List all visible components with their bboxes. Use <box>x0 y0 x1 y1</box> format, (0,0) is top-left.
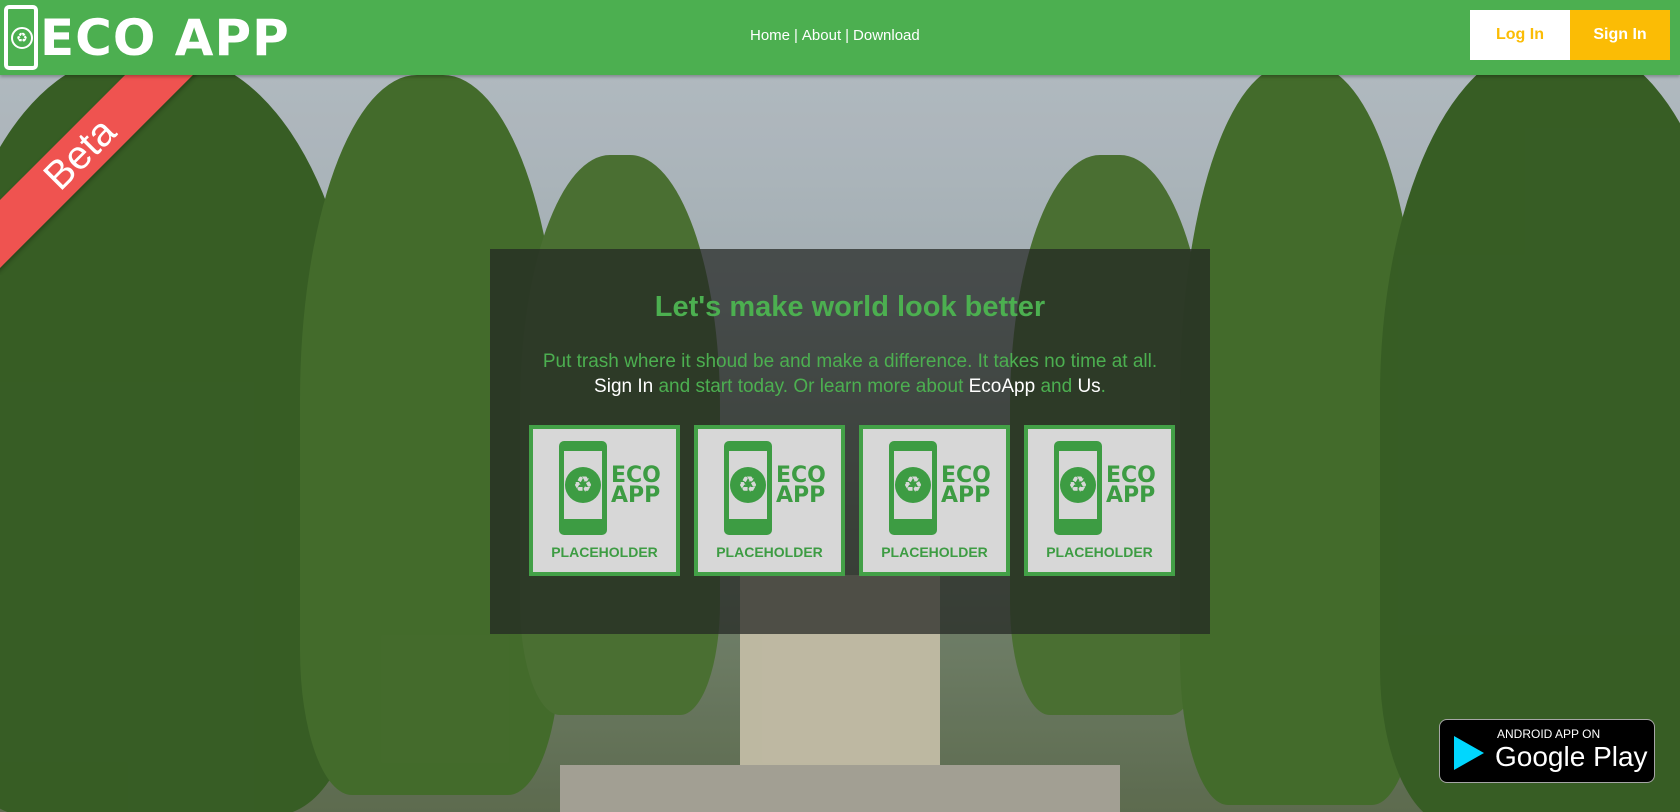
phone-recycle-icon: ♻ <box>4 5 38 70</box>
tile-label: PLACEHOLDER <box>881 544 988 560</box>
placeholder-tile[interactable]: ♻ ECO APP PLACEHOLDER <box>1024 425 1175 576</box>
phone-recycle-icon: ♻ <box>559 441 607 535</box>
badge-big-text: Google Play <box>1495 741 1648 772</box>
tile-eco-text: ECO APP <box>776 463 826 508</box>
hero-text-segment: . <box>1100 376 1106 397</box>
hero-description: Put trash where it shoud be and make a d… <box>490 349 1210 399</box>
nav-separator: | <box>794 27 798 44</box>
phone-recycle-icon: ♻ <box>724 441 772 535</box>
logo-text: ECO APP <box>40 8 290 67</box>
hero-title: Let's make world look better <box>654 291 1046 323</box>
sign-in-button[interactable]: Sign In <box>1570 10 1670 60</box>
hero-panel: Let's make world look better Put trash w… <box>490 249 1210 634</box>
badge-small-text: ANDROID APP ON <box>1497 727 1601 741</box>
tile-eco-text: ECO APP <box>941 463 991 508</box>
beta-ribbon-container: Beta <box>0 75 200 275</box>
nav-home-link[interactable]: Home <box>750 27 790 44</box>
log-in-button[interactable]: Log In <box>1470 10 1570 60</box>
hero-text-segment: and <box>1035 376 1078 397</box>
logo[interactable]: ♻ ECO APP <box>4 5 290 70</box>
google-play-icon <box>1454 736 1484 770</box>
placeholder-tile[interactable]: ♻ ECO APP PLACEHOLDER <box>529 425 680 576</box>
main-nav: Home | About | Download <box>750 27 920 44</box>
hero-text-segment: and start today. Or learn more about <box>653 376 969 397</box>
hero-sign-in-link[interactable]: Sign In <box>594 376 653 397</box>
hero-us-link[interactable]: Us <box>1077 376 1100 397</box>
phone-recycle-icon: ♻ <box>1054 441 1102 535</box>
tile-eco-text: ECO APP <box>1106 463 1156 508</box>
beta-ribbon: Beta <box>0 75 200 275</box>
hero-ecoapp-link[interactable]: EcoApp <box>969 376 1036 397</box>
tile-label: PLACEHOLDER <box>1046 544 1153 560</box>
placeholder-tiles: ♻ ECO APP PLACEHOLDER ♻ ECO APP PLACEHOLDE… <box>529 425 1175 576</box>
nav-download-link[interactable]: Download <box>853 27 920 44</box>
tile-label: PLACEHOLDER <box>551 544 658 560</box>
hero-line-1: Put trash where it shoud be and make a d… <box>542 351 1158 372</box>
placeholder-tile[interactable]: ♻ ECO APP PLACEHOLDER <box>694 425 845 576</box>
tile-eco-text: ECO APP <box>611 463 661 508</box>
nav-about-link[interactable]: About <box>802 27 841 44</box>
google-play-badge[interactable]: ANDROID APP ON Google Play <box>1439 719 1655 783</box>
placeholder-tile[interactable]: ♻ ECO APP PLACEHOLDER <box>859 425 1010 576</box>
phone-recycle-icon: ♻ <box>889 441 937 535</box>
nav-separator: | <box>845 27 850 44</box>
top-bar: ♻ ECO APP Home | About | Download Log In Sig… <box>0 0 1680 75</box>
tile-label: PLACEHOLDER <box>716 544 823 560</box>
